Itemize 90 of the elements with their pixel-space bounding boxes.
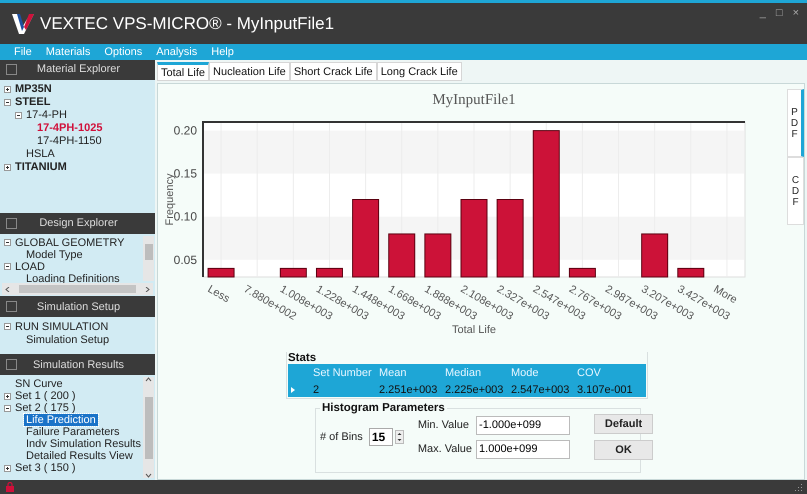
field-label: Max. Value xyxy=(418,443,472,455)
group-title: Histogram Parameters xyxy=(320,402,447,414)
side-tab[interactable]: PDF xyxy=(787,89,804,157)
tree-item[interactable]: LOAD xyxy=(13,260,47,273)
tree-item[interactable]: 17-4PH-1150 xyxy=(35,135,104,148)
panel-checkbox[interactable] xyxy=(6,64,17,75)
tree-item[interactable]: SN Curve xyxy=(13,378,65,390)
tab[interactable]: Nucleation Life xyxy=(209,62,290,81)
histogram-bar xyxy=(424,233,452,278)
tree-item[interactable]: Model Type xyxy=(24,248,85,261)
window-control[interactable]: _ xyxy=(760,7,766,19)
x-tick-label: Less xyxy=(206,283,232,306)
panel-title: Material Explorer xyxy=(36,63,122,76)
window-control[interactable]: × xyxy=(792,7,799,19)
tree-item[interactable]: RUN SIMULATION xyxy=(13,320,110,333)
collapse-icon[interactable] xyxy=(4,323,11,330)
collapse-icon[interactable] xyxy=(15,112,22,119)
y-axis-title: Frequency xyxy=(164,174,176,226)
tree-item[interactable]: STEEL xyxy=(13,96,52,108)
tree-item[interactable]: 17-4-PH xyxy=(24,109,69,122)
scroll-right-icon[interactable] xyxy=(144,286,151,292)
y-tick-label: 0.20 xyxy=(174,124,197,138)
histogram-bar xyxy=(568,268,596,278)
tree-item[interactable]: MP35N xyxy=(13,83,54,96)
field-label: Min. Value xyxy=(418,419,470,431)
resize-grip-icon[interactable] xyxy=(795,483,803,491)
column-header: Median xyxy=(444,366,482,381)
scrollbar[interactable] xyxy=(143,236,154,282)
expand-icon[interactable] xyxy=(4,464,11,472)
group-title: Stats xyxy=(288,352,318,364)
expand-icon[interactable] xyxy=(4,392,11,400)
logo-icon xyxy=(12,14,34,34)
tree-item[interactable]: Simulation Setup xyxy=(24,334,112,346)
spinner-arrows-icon[interactable] xyxy=(394,430,404,444)
tree-item[interactable]: GLOBAL GEOMETRY xyxy=(13,236,126,249)
max-value-field[interactable]: 1.000e+099 xyxy=(476,440,570,458)
panel-title: Simulation Results xyxy=(32,358,126,371)
column-header: COV xyxy=(576,366,602,381)
scrollbar[interactable] xyxy=(143,377,154,478)
panel-title: Simulation Setup xyxy=(36,300,122,313)
window-title: VEXTEC VPS-MICRO® - MyInputFile1 xyxy=(40,14,334,34)
tree-item[interactable]: Set 2 ( 175 ) xyxy=(13,402,78,414)
column-header: Mode xyxy=(510,366,540,381)
collapse-icon[interactable] xyxy=(4,263,11,270)
y-tick-label: 0.05 xyxy=(174,252,197,267)
tree-item[interactable]: HSLA xyxy=(24,148,57,160)
histogram-bar xyxy=(641,233,668,278)
collapse-icon[interactable] xyxy=(4,98,11,106)
tree-item[interactable]: TITANIUM xyxy=(13,161,69,174)
panel-checkbox[interactable] xyxy=(6,359,17,370)
histogram-bar xyxy=(677,268,704,278)
panel-checkbox[interactable] xyxy=(6,301,17,312)
tab[interactable]: Total Life xyxy=(157,62,210,81)
panel-checkbox[interactable] xyxy=(6,218,17,229)
tree-item[interactable]: Set 1 ( 200 ) xyxy=(13,390,78,402)
min-value-field[interactable]: -1.000e+099 xyxy=(476,416,570,434)
tree-item[interactable]: Failure Parameters xyxy=(24,426,122,438)
y-tick-label: 0.15 xyxy=(174,166,197,181)
scroll-up-icon[interactable] xyxy=(145,377,152,382)
tree-item[interactable]: Loading Definitions xyxy=(24,272,122,285)
collapse-icon[interactable] xyxy=(4,239,11,246)
column-header: Set Number xyxy=(312,366,373,381)
x-axis-title: Total Life xyxy=(452,324,496,336)
tree-item[interactable]: Detailed Results View xyxy=(24,450,135,462)
scroll-down-icon[interactable] xyxy=(145,472,152,478)
chart-title: MyInputFile1 xyxy=(432,92,516,108)
window-control[interactable]: □ xyxy=(776,7,783,19)
tab[interactable]: Long Crack Life xyxy=(376,62,462,81)
expand-icon[interactable] xyxy=(4,164,11,171)
scroll-left-icon[interactable] xyxy=(4,286,11,292)
histogram-bar xyxy=(208,268,235,278)
scrollbar[interactable] xyxy=(2,283,153,296)
panel-title: Design Explorer xyxy=(38,217,119,230)
expand-icon[interactable] xyxy=(4,86,11,93)
side-tab[interactable]: CDF xyxy=(787,157,804,225)
histogram-bar xyxy=(280,268,307,278)
bins-field[interactable]: 15 xyxy=(368,428,393,446)
histogram-bar xyxy=(316,268,343,278)
tree-item[interactable]: Indv Simulation Results xyxy=(24,438,143,450)
dialog-button[interactable]: Default xyxy=(594,414,654,434)
tree-item[interactable]: Life Prediction xyxy=(24,414,98,426)
column-header: Mean xyxy=(378,366,408,381)
tree-item[interactable]: 17-4PH-1025 xyxy=(35,122,104,134)
collapse-icon[interactable] xyxy=(4,404,11,412)
dialog-button[interactable]: OK xyxy=(594,440,654,460)
tree-item[interactable]: Set 3 ( 150 ) xyxy=(13,462,78,474)
field-label: # of Bins xyxy=(320,431,363,443)
tab[interactable]: Short Crack Life xyxy=(290,62,377,81)
y-tick-label: 0.10 xyxy=(174,210,197,224)
histogram-bar xyxy=(388,233,416,278)
